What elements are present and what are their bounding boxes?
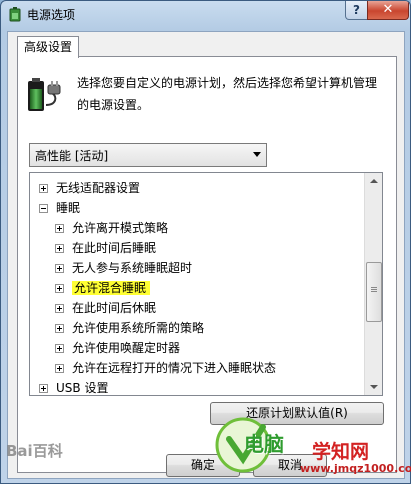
tree-item[interactable]: 允许使用系统所需的策略 <box>55 318 204 338</box>
baidu-watermark: Bai百科 <box>6 442 63 460</box>
tree-item[interactable]: 允许混合睡眠 <box>55 278 151 298</box>
battery-plug-icon <box>28 78 61 111</box>
tree-item[interactable]: 睡眠 <box>39 198 80 218</box>
scroll-up-arrow-icon[interactable] <box>365 173 382 190</box>
tree-item-label: 在此时间后休眠 <box>72 301 157 315</box>
tree-item-label: 允许在远程打开的情况下进入睡眠状态 <box>72 361 277 375</box>
power-plan-select-value: 高性能 [活动] <box>35 149 109 163</box>
scroll-down-arrow-icon[interactable] <box>365 378 382 395</box>
expand-plus-icon[interactable] <box>55 324 64 333</box>
tree-item-label: USB 设置 <box>56 381 109 395</box>
tree-item-label: 睡眠 <box>56 201 81 215</box>
expand-plus-icon[interactable] <box>39 384 48 393</box>
description-line-1: 选择您要自定义的电源计划，然后选择您希望计算机管理 <box>77 76 378 90</box>
window-title: 电源选项 <box>27 8 76 22</box>
expand-plus-icon[interactable] <box>55 284 64 293</box>
expand-plus-icon[interactable] <box>55 344 64 353</box>
expand-plus-icon[interactable] <box>39 184 48 193</box>
settings-tree: 无线适配器设置 睡眠允许离开模式策略 在此时间后睡眠无人参与系统睡眠超时 允许混合睡眠… <box>29 172 383 396</box>
tree-item[interactable]: 在此时间后休眠 <box>55 298 156 318</box>
close-button[interactable]: ✕ <box>367 1 409 20</box>
tree-item-label: 允许使用系统所需的策略 <box>72 321 205 335</box>
help-button[interactable]: ? <box>345 1 368 20</box>
tree-item-label: 允许使用唤醒定时器 <box>72 341 181 355</box>
title-bar[interactable]: 电源选项 ? ✕ <box>1 1 410 27</box>
expand-plus-icon[interactable] <box>55 244 64 253</box>
brand-watermark: 电脑 <box>244 432 284 456</box>
tree-item-label: 允许混合睡眠 <box>72 281 151 295</box>
tree-item-label: 在此时间后睡眠 <box>72 241 157 255</box>
description-line-2: 的电源设置。 <box>77 98 150 112</box>
tree-item[interactable]: 允许在远程打开的情况下进入睡眠状态 <box>55 358 276 378</box>
tree-item[interactable]: 无人参与系统睡眠超时 <box>55 258 192 278</box>
expand-plus-icon[interactable] <box>55 364 64 373</box>
scroll-thumb[interactable] <box>366 262 382 322</box>
expand-plus-icon[interactable] <box>55 264 64 273</box>
tree-item[interactable]: 在此时间后睡眠 <box>55 238 156 258</box>
site-url-watermark: www.jmqz1000.com <box>300 462 411 475</box>
tab-advanced-settings[interactable]: 高级设置 <box>17 36 80 58</box>
grip-icon <box>371 287 377 288</box>
tree-item[interactable]: 无线适配器设置 <box>39 178 140 198</box>
power-options-icon <box>9 7 21 22</box>
expand-plus-icon[interactable] <box>55 224 64 233</box>
description-text: 选择您要自定义的电源计划，然后选择您希望计算机管理 的电源设置。 <box>77 72 397 116</box>
chevron-down-icon[interactable] <box>253 152 261 157</box>
expand-plus-icon[interactable] <box>55 304 64 313</box>
tree-item-label: 无人参与系统睡眠超时 <box>72 261 193 275</box>
tree-item-label: 允许离开模式策略 <box>72 221 169 235</box>
power-plan-select[interactable]: 高性能 [活动] <box>29 143 267 167</box>
collapse-minus-icon[interactable] <box>39 204 48 213</box>
tree-item[interactable]: USB 设置 <box>39 378 109 395</box>
tree-scrollbar[interactable] <box>364 173 382 395</box>
tree-item-label: 无线适配器设置 <box>56 181 141 195</box>
tree-item[interactable]: 允许离开模式策略 <box>55 218 168 238</box>
tree-item[interactable]: 允许使用唤醒定时器 <box>55 338 180 358</box>
site-name-watermark: 学知网 <box>312 441 370 463</box>
